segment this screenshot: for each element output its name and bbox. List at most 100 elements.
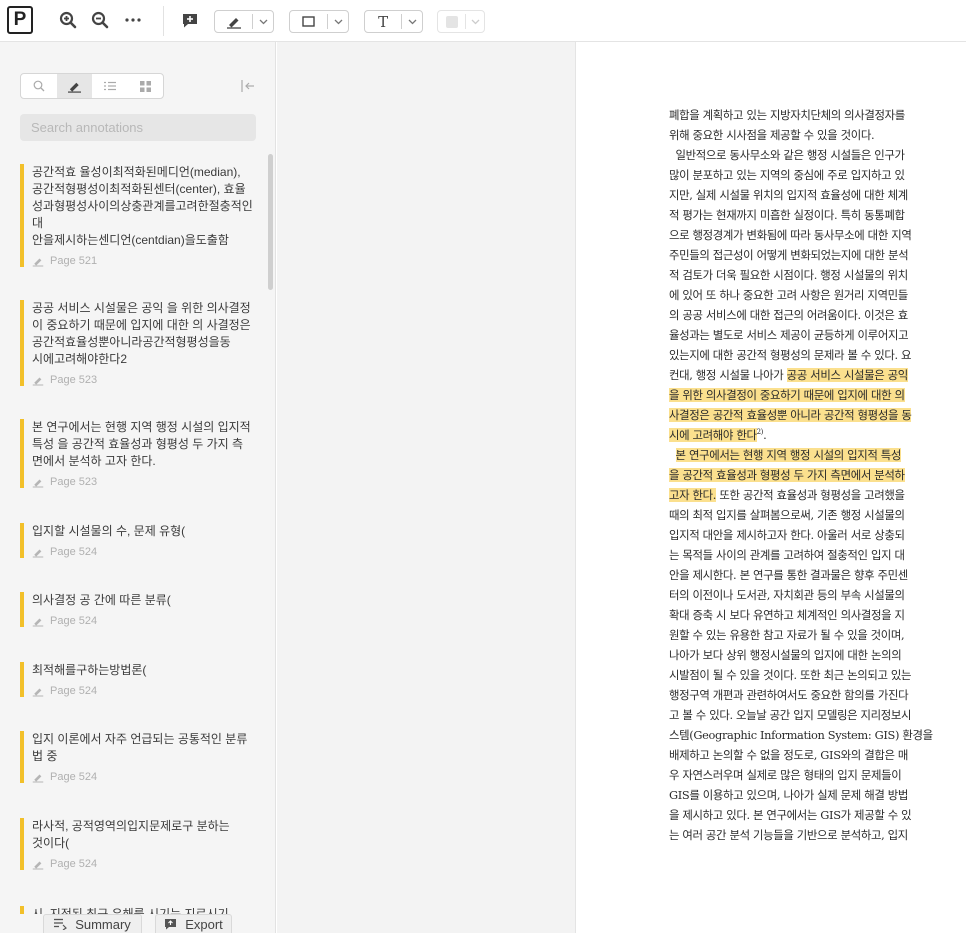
more-horizontal-icon[interactable] xyxy=(122,9,144,31)
document-text: 시발점이 될 수 있을 것이다. 또한 최근 논의되고 있는 xyxy=(669,668,912,682)
document-line: 시발점이 될 수 있을 것이다. 또한 최근 논의되고 있는 xyxy=(669,665,964,685)
document-text: 폐합을 계획하고 있는 지방자치단체의 의사결정자를 xyxy=(669,108,905,122)
text-tool-icon[interactable]: T xyxy=(365,11,401,32)
top-toolbar: P T xyxy=(0,0,966,42)
rectangle-icon[interactable] xyxy=(290,11,327,32)
search-annotations-input[interactable] xyxy=(20,114,256,141)
annotation-page: Page 523 xyxy=(50,476,98,488)
document-line: 고자 한다. 또한 공간적 효율성과 형평성을 고려했을 xyxy=(669,485,964,505)
annotation-item[interactable]: 본 연구에서는 현행 지역 행정 시설의 입지적 특성 을 공간적 효율성과 형… xyxy=(20,419,256,488)
highlighted-text[interactable]: 공공 서비스 시설물은 공익 xyxy=(786,368,908,382)
document-line: 을 제시하고 있다. 본 연구에서는 GIS가 제공할 수 있 xyxy=(669,805,964,825)
tab-thumbnails[interactable] xyxy=(128,74,164,98)
document-line: 많이 분포하고 있는 지역의 중심에 주로 입지하고 있 xyxy=(669,165,964,185)
annotation-text: 본 연구에서는 현행 지역 행정 시설의 입지적 특성 을 공간적 효율성과 형… xyxy=(32,420,251,468)
chevron-down-icon[interactable] xyxy=(466,11,484,32)
document-line: 시에 고려해야 한다2). xyxy=(669,425,964,445)
annotation-item[interactable]: 입지할 시설물의 수, 문제 유형( Page 524 xyxy=(20,523,256,558)
document-text: 을 제시하고 있다. 본 연구에서는 GIS가 제공할 수 있 xyxy=(669,808,912,822)
highlighted-text[interactable]: 시에 고려해야 한다 xyxy=(669,428,757,442)
summary-label: Summary xyxy=(75,916,131,932)
document-page[interactable]: 폐합을 계획하고 있는 지방자치단체의 의사결정자를위해 중요한 시사점을 제공… xyxy=(577,42,966,933)
highlighted-text[interactable]: 을 공간적 효율성과 형평성 두 가지 측면에서 분석하 xyxy=(669,468,905,482)
export-button[interactable]: Export xyxy=(155,914,232,933)
annotations-sidebar: 공간적효 율성이최적화된메디언(median), 공간적형평성이최적화된센터(c… xyxy=(0,42,276,933)
chevron-down-icon[interactable] xyxy=(253,11,273,32)
app-logo[interactable]: P xyxy=(7,6,33,34)
document-line: 입지적 대안을 제시하고자 한다. 아울러 서로 상충되 xyxy=(669,525,964,545)
document-text: 안을 제시한다. 본 연구를 통한 결과물은 향후 주민센 xyxy=(669,568,908,582)
color-dropdown[interactable] xyxy=(437,10,485,33)
add-comment-icon[interactable] xyxy=(179,9,201,31)
app-logo-letter: P xyxy=(13,9,27,30)
collapse-sidebar-icon[interactable] xyxy=(239,78,257,94)
document-line: 적 평가는 현재까지 미흡한 실정이다. 특히 동통폐합 xyxy=(669,205,964,225)
zoom-out-icon[interactable] xyxy=(89,9,111,31)
document-text: GIS를 이용하고 있으며, 나아가 실제 문제 해결 방법 xyxy=(669,788,908,802)
highlighted-text[interactable]: 을 위한 의사결정이 중요하기 때문에 입지에 대한 의 xyxy=(669,388,905,402)
highlighter-icon xyxy=(32,258,44,266)
document-line: 사결정은 공간적 효율성뿐 아니라 공간적 형평성을 동 xyxy=(669,405,964,425)
highlighter-icon xyxy=(32,549,44,557)
annotation-text: 공공 서비스 시설물은 공익 을 위한 의사결정 이 중요하기 때문에 입지에 … xyxy=(32,301,251,366)
shape-tool-dropdown[interactable] xyxy=(289,10,349,33)
annotation-item[interactable]: 공공 서비스 시설물은 공익 을 위한 의사결정 이 중요하기 때문에 입지에 … xyxy=(20,300,256,386)
document-line: 의 공공 서비스에 대한 접근의 어려움이다. 이것은 효 xyxy=(669,305,964,325)
annotation-page: Page 524 xyxy=(50,771,98,783)
document-line: 나아가 보다 상위 행정시설물의 입지에 대한 논의의 xyxy=(669,645,964,665)
annotation-item[interactable]: 의사결정 공 간에 따른 분류( Page 524 xyxy=(20,592,256,627)
annotation-meta: Page 523 xyxy=(32,476,256,488)
document-line: 행정구역 개편과 관련하여서도 중요한 함의를 가진다 xyxy=(669,685,964,705)
annotation-meta: Page 524 xyxy=(32,858,256,870)
highlighted-text[interactable]: 고자 한다. xyxy=(669,488,716,502)
document-line: 는 여러 공간 분석 기능들을 기반으로 분석하고, 입지 xyxy=(669,825,964,845)
sidebar-footer: Summary Export xyxy=(0,914,276,933)
document-line: 배제하고 논의할 수 없을 정도로, GIS와의 결합은 매 xyxy=(669,745,964,765)
highlighted-text[interactable]: 사결정은 공간적 효율성뿐 아니라 공간적 형평성을 동 xyxy=(669,408,912,422)
document-text: 스템(Geographic Information System: GIS) 환… xyxy=(669,728,933,742)
annotation-page: Page 524 xyxy=(50,858,98,870)
document-text: 위해 중요한 시사점을 제공할 수 있을 것이다. xyxy=(669,128,875,142)
document-text: . xyxy=(763,428,767,442)
highlighter-pen-icon[interactable] xyxy=(215,11,252,32)
document-text xyxy=(669,448,676,462)
document-line: 으로 행정경계가 변화됨에 따라 동사무소에 대한 지역 xyxy=(669,225,964,245)
highlight-tool-dropdown[interactable] xyxy=(214,10,274,33)
text-tool-dropdown[interactable]: T xyxy=(364,10,423,33)
zoom-in-icon[interactable] xyxy=(57,9,79,31)
annotation-page: Page 524 xyxy=(50,685,98,697)
summary-list-icon xyxy=(54,918,68,930)
document-line: GIS를 이용하고 있으며, 나아가 실제 문제 해결 방법 xyxy=(669,785,964,805)
annotation-item[interactable]: 공간적효 율성이최적화된메디언(median), 공간적형평성이최적화된센터(c… xyxy=(20,164,256,267)
annotation-meta: Page 523 xyxy=(32,374,256,386)
tab-outline[interactable] xyxy=(92,74,128,98)
highlighted-text[interactable]: 본 연구에서는 현행 지역 행정 시설의 입지적 특성 xyxy=(675,448,901,462)
viewer-gutter xyxy=(277,42,576,933)
annotation-item[interactable]: 입지 이론에서 자주 언급되는 공통적인 분류 법 중 Page 524 xyxy=(20,731,256,783)
text-tool-letter: T xyxy=(378,12,389,31)
sidebar-scrollbar[interactable] xyxy=(268,154,273,290)
chevron-down-icon[interactable] xyxy=(328,11,348,32)
document-line: 주민들의 접근성이 어떻게 변화되었는지에 대한 분석 xyxy=(669,245,964,265)
tab-search[interactable] xyxy=(21,74,57,98)
annotation-item[interactable]: 시. 지정된 최근 유해를 시기는 지르시기 xyxy=(20,906,256,914)
document-text: 행정구역 개편과 관련하여서도 중요한 함의를 가진다 xyxy=(669,688,909,702)
document-text: 입지적 대안을 제시하고자 한다. 아울러 서로 상충되 xyxy=(669,528,905,542)
highlighter-icon xyxy=(32,861,44,869)
document-text: 주민들의 접근성이 어떻게 변화되었는지에 대한 분석 xyxy=(669,248,909,262)
document-text: 는 여러 공간 분석 기능들을 기반으로 분석하고, 입지 xyxy=(669,828,908,842)
document-text: 우 자연스러우며 실제로 많은 형태의 입지 문제들이 xyxy=(669,768,902,782)
document-text: 일반적으로 동사무소와 같은 행정 시설들은 인구가 xyxy=(669,148,905,162)
color-swatch xyxy=(438,11,465,32)
annotation-meta: Page 524 xyxy=(32,771,256,783)
annotation-item[interactable]: 최적해를구하는방법론( Page 524 xyxy=(20,662,256,697)
annotation-item[interactable]: 라사적, 공적영역의입지문제로구 분하는 것이다( Page 524 xyxy=(20,818,256,870)
chevron-down-icon[interactable] xyxy=(402,11,422,32)
summary-button[interactable]: Summary xyxy=(43,914,142,933)
annotation-text: 입지할 시설물의 수, 문제 유형( xyxy=(32,524,186,538)
annotation-meta: Page 521 xyxy=(32,255,256,267)
document-line: 때의 최적 입지를 살펴봄으로써, 기존 행정 시설물의 xyxy=(669,505,964,525)
document-line: 을 공간적 효율성과 형평성 두 가지 측면에서 분석하 xyxy=(669,465,964,485)
document-line: 안을 제시한다. 본 연구를 통한 결과물은 향후 주민센 xyxy=(669,565,964,585)
tab-highlights[interactable] xyxy=(56,74,92,98)
